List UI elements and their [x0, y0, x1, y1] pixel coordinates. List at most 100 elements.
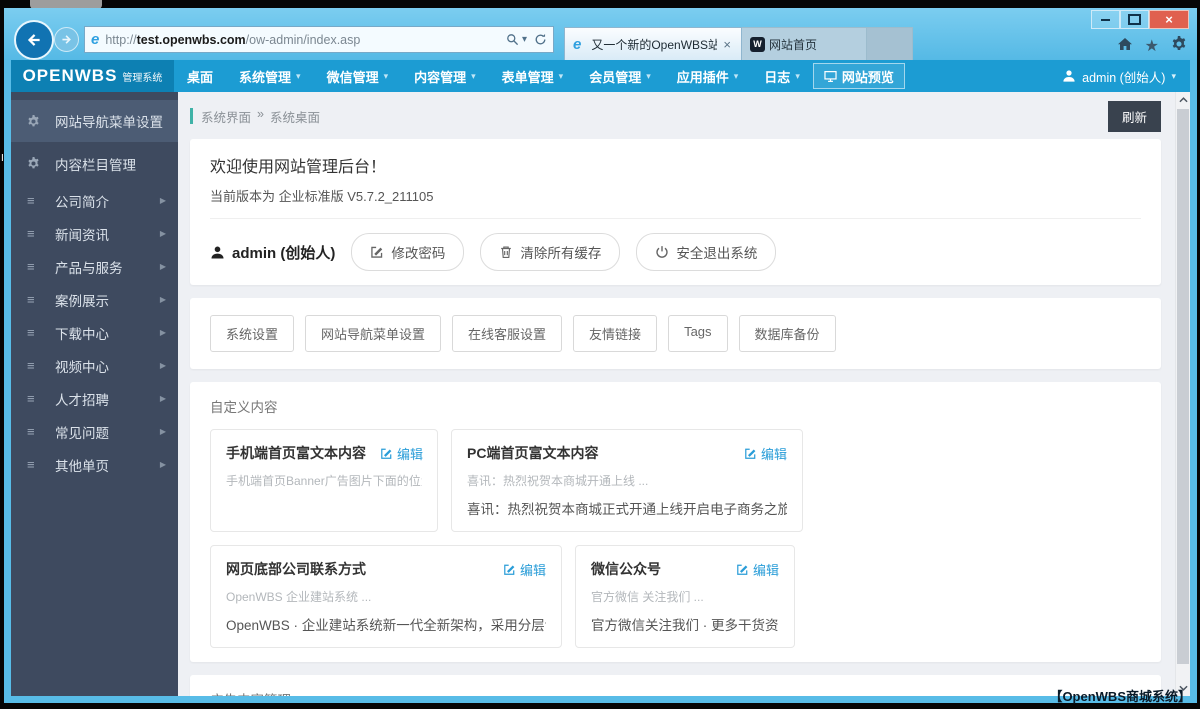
- chevron-down-icon: ▾: [733, 70, 739, 81]
- card-description: OpenWBS 企业建站系统 ...: [226, 590, 372, 604]
- version-text: 当前版本为 企业标准版 V5.7.2_211105: [210, 186, 1141, 219]
- user-menu[interactable]: admin (创始人) ▾: [1062, 60, 1190, 92]
- chevron-right-icon: ▶: [159, 295, 166, 304]
- logo-subtext: 管理系统: [122, 72, 163, 84]
- card-description: 手机端首页Banner广告图片下面的位置内容: [226, 474, 422, 488]
- list-icon: ≡: [27, 259, 35, 274]
- chevron-right-icon: ▶: [159, 196, 166, 205]
- address-bar[interactable]: e http://test.openwbs.com/ow-admin/index…: [84, 26, 554, 53]
- sidebar-item-content-category-mgmt[interactable]: 内容栏目管理: [11, 147, 178, 180]
- edit-button[interactable]: 编辑: [736, 560, 779, 579]
- refresh-button[interactable]: 刷新: [1107, 100, 1161, 132]
- edit-button[interactable]: 编辑: [744, 444, 787, 463]
- tab-close-icon[interactable]: ×: [721, 37, 733, 52]
- tab-title: 又一个新的OpenWBS站点 ...: [591, 37, 718, 52]
- custom-content-panel: 自定义内容 手机端首页富文本内容 编辑 手机端首页Banner广告图片下面的位置…: [190, 382, 1161, 662]
- sidebar-item-label: 下载中心: [55, 326, 109, 342]
- person-icon: [211, 246, 224, 258]
- settings-gear-icon[interactable]: [1171, 36, 1187, 57]
- gear-icon: [27, 114, 55, 128]
- nav-item-plugins[interactable]: 应用插件 ▾: [664, 60, 752, 92]
- sidebar-item-label: 公司简介: [55, 194, 109, 210]
- ie-page-icon: e: [91, 31, 100, 48]
- browser-back-button[interactable]: [14, 20, 54, 60]
- power-icon: [656, 246, 668, 258]
- quick-link-nav-menu-settings[interactable]: 网站导航菜单设置: [305, 315, 442, 352]
- chevron-right-icon: ▶: [159, 262, 166, 271]
- new-tab-stub[interactable]: [867, 27, 913, 60]
- refresh-icon[interactable]: [534, 33, 547, 46]
- custom-card-wechat-account: 微信公众号 编辑 官方微信 关注我们 ... 官方微信关注我们 · 更多干货资讯: [575, 545, 795, 648]
- scrollbar-thumb[interactable]: [1177, 109, 1189, 664]
- sidebar-item-products-services[interactable]: ≡ 产品与服务 ▶: [11, 250, 178, 283]
- sidebar-item-case-showcase[interactable]: ≡ 案例展示 ▶: [11, 283, 178, 316]
- nav-item-member-mgmt[interactable]: 会员管理 ▾: [576, 60, 664, 92]
- vertical-scrollbar[interactable]: [1175, 92, 1190, 696]
- card-preview-text: OpenWBS · 企业建站系统新一代全新架构，采用分层设: [226, 618, 546, 633]
- window-controls: ×: [1091, 10, 1189, 29]
- user-name: admin (创始人): [1082, 70, 1166, 85]
- sidebar-item-label: 常见问题: [55, 425, 109, 441]
- quick-link-tags[interactable]: Tags: [668, 315, 728, 352]
- sidebar-item-news[interactable]: ≡ 新闻资讯 ▶: [11, 217, 178, 250]
- nav-item-content-mgmt[interactable]: 内容管理 ▾: [401, 60, 489, 92]
- home-icon[interactable]: [1117, 36, 1133, 57]
- sidebar-item-faq[interactable]: ≡ 常见问题 ▶: [11, 415, 178, 448]
- quick-link-online-service[interactable]: 在线客服设置: [452, 315, 563, 352]
- breadcrumb-accent-bar: [190, 108, 193, 124]
- quick-link-system-settings[interactable]: 系统设置: [210, 315, 295, 352]
- chevron-down-icon: ▾: [1171, 70, 1176, 81]
- tab-title: 网站首页: [769, 37, 818, 52]
- sidebar-item-video-center[interactable]: ≡ 视频中心 ▶: [11, 349, 178, 382]
- browser-forward-button[interactable]: [54, 27, 79, 52]
- tab-strip: e 又一个新的OpenWBS站点 ... × W 网站首页: [564, 25, 913, 60]
- nav-item-system-mgmt[interactable]: 系统管理 ▾: [226, 60, 314, 92]
- sidebar-item-company-profile[interactable]: ≡ 公司简介 ▶: [11, 184, 178, 217]
- nav-item-form-mgmt[interactable]: 表单管理 ▾: [489, 60, 577, 92]
- user-action-row: admin (创始人) 修改密码 清除所有缓存 安全退出系统: [210, 219, 1141, 271]
- minimize-icon: [1101, 18, 1110, 21]
- search-icon[interactable]: [506, 33, 519, 46]
- chevron-down-icon[interactable]: ▾: [522, 34, 527, 45]
- sidebar-item-recruitment[interactable]: ≡ 人才招聘 ▶: [11, 382, 178, 415]
- list-icon: ≡: [27, 193, 35, 208]
- sidebar: 网站导航菜单设置 内容栏目管理 ≡ 公司简介 ▶ ≡ 新闻资讯 ▶ ≡ 产品与服…: [11, 92, 178, 696]
- window-maximize-button[interactable]: [1120, 10, 1149, 29]
- browser-window: × e http://test.openwbs.com/ow-admin/ind…: [4, 8, 1197, 704]
- quick-link-db-backup[interactable]: 数据库备份: [738, 315, 836, 352]
- gear-icon: [27, 157, 55, 170]
- nav-item-desktop[interactable]: 桌面: [174, 60, 226, 92]
- chevron-down-icon: ▾: [296, 70, 301, 81]
- sidebar-item-nav-menu-settings[interactable]: 网站导航菜单设置: [11, 100, 178, 142]
- browser-tab-active[interactable]: e 又一个新的OpenWBS站点 ... ×: [564, 27, 742, 60]
- card-title: 手机端首页富文本内容: [226, 445, 366, 461]
- welcome-panel: 欢迎使用网站管理后台！ 当前版本为 企业标准版 V5.7.2_211105 ad…: [190, 139, 1161, 285]
- edit-button[interactable]: 编辑: [380, 444, 423, 463]
- clear-cache-button[interactable]: 清除所有缓存: [480, 233, 621, 271]
- change-password-button[interactable]: 修改密码: [351, 233, 465, 271]
- custom-card-mobile-home-richtext: 手机端首页富文本内容 编辑 手机端首页Banner广告图片下面的位置内容: [210, 429, 438, 532]
- openwbs-logo[interactable]: OPENWBS 管理系统: [11, 60, 174, 92]
- sidebar-item-download-center[interactable]: ≡ 下载中心 ▶: [11, 316, 178, 349]
- nav-item-logs[interactable]: 日志 ▾: [751, 60, 813, 92]
- list-icon: ≡: [27, 391, 35, 406]
- window-close-button[interactable]: ×: [1149, 10, 1189, 29]
- sidebar-item-other-pages[interactable]: ≡ 其他单页 ▶: [11, 448, 178, 481]
- logo-text: OPENWBS: [22, 66, 118, 85]
- maximize-icon: [1128, 14, 1141, 25]
- sidebar-item-label: 案例展示: [55, 293, 109, 309]
- edit-button[interactable]: 编辑: [503, 560, 546, 579]
- nav-item-wechat-mgmt[interactable]: 微信管理 ▾: [314, 60, 402, 92]
- desktop-background: I × e http://test.openwbs.com/ow-admin/i…: [0, 0, 1200, 709]
- window-minimize-button[interactable]: [1091, 10, 1120, 29]
- list-icon: ≡: [27, 292, 35, 307]
- card-row: 网页底部公司联系方式 编辑 OpenWBS 企业建站系统 ... OpenWBS…: [210, 545, 1141, 648]
- logout-button[interactable]: 安全退出系统: [636, 233, 777, 271]
- chevron-right-icon: ▶: [159, 427, 166, 436]
- favorites-star-icon[interactable]: ★: [1145, 38, 1159, 55]
- nav-item-site-preview[interactable]: 网站预览: [812, 63, 905, 89]
- scroll-up-arrow[interactable]: [1176, 92, 1190, 108]
- chevron-down-icon: ▾: [471, 70, 476, 81]
- quick-link-friend-links[interactable]: 友情链接: [573, 315, 658, 352]
- browser-tab-inactive[interactable]: W 网站首页: [742, 27, 867, 60]
